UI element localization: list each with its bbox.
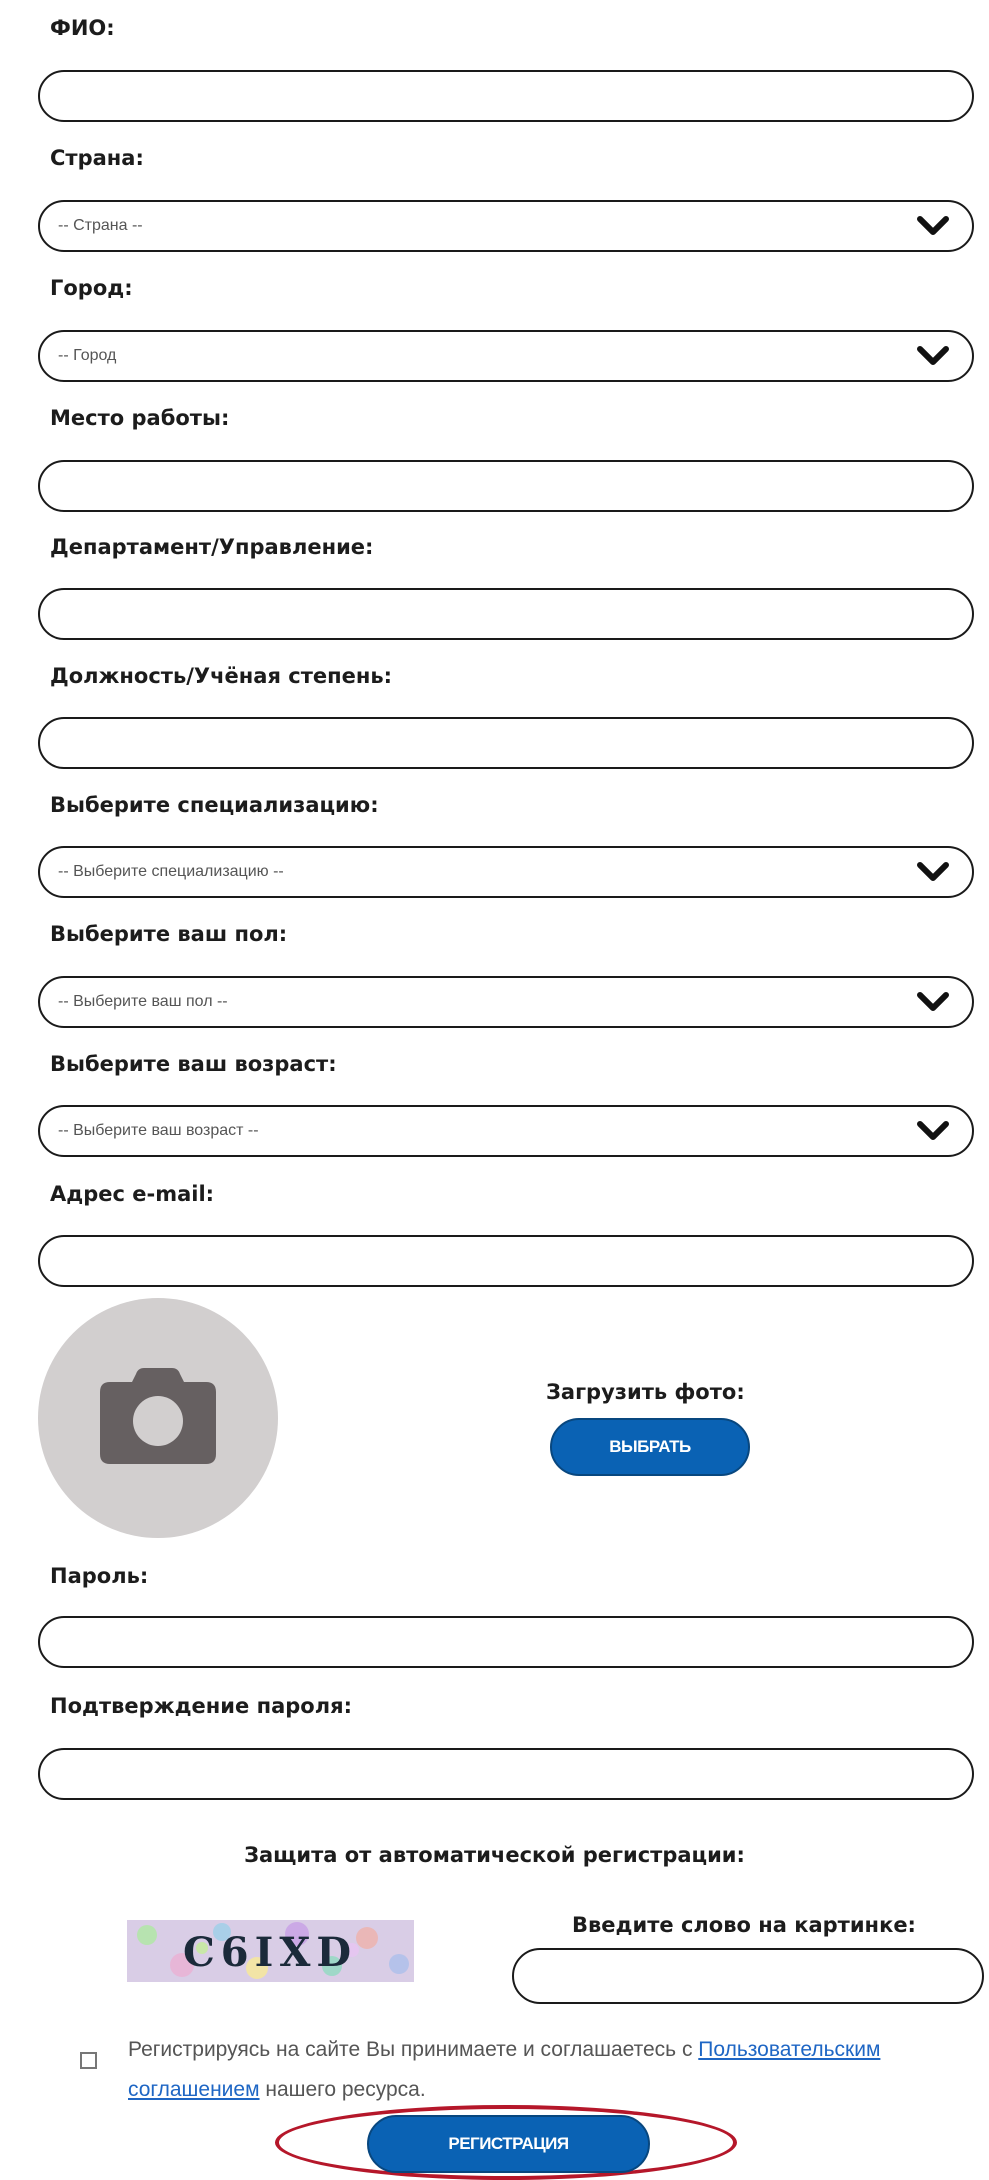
position-label: Должность/Учёная степень: [50, 664, 393, 688]
password-confirm-input[interactable] [38, 1748, 974, 1800]
chevron-down-icon [917, 216, 949, 235]
captcha-image: C6IXD [127, 1920, 414, 1982]
password-confirm-label: Подтверждение пароля: [50, 1694, 352, 1718]
captcha-section-title: Защита от автоматической регистрации: [244, 1843, 745, 1867]
age-select-value: -- Выберите ваш возраст -- [58, 1122, 259, 1139]
register-button[interactable]: РЕГИСТРАЦИЯ [367, 2115, 650, 2173]
country-label: Страна: [50, 146, 144, 170]
specialization-label: Выберите специализацию: [50, 793, 379, 817]
fio-input[interactable] [38, 70, 974, 122]
gender-select[interactable]: -- Выберите ваш пол -- [38, 976, 974, 1028]
age-select[interactable]: -- Выберите ваш возраст -- [38, 1105, 974, 1157]
city-select[interactable]: -- Город [38, 330, 974, 382]
agreement-text: Регистрируясь на сайте Вы принимаете и с… [128, 2030, 918, 2110]
captcha-input[interactable] [512, 1948, 984, 2004]
city-select-value: -- Город [58, 347, 117, 364]
agreement-text-before: Регистрируясь на сайте Вы принимаете и с… [128, 2038, 699, 2061]
choose-photo-button[interactable]: ВЫБРАТЬ [550, 1418, 750, 1476]
captcha-text: C6IXD [183, 1929, 357, 1976]
agreement-checkbox[interactable] [80, 2052, 97, 2069]
chevron-down-icon [917, 346, 949, 365]
country-select[interactable]: -- Страна -- [38, 200, 974, 252]
email-label: Адрес e-mail: [50, 1182, 215, 1206]
specialization-select[interactable]: -- Выберите специализацию -- [38, 846, 974, 898]
position-input[interactable] [38, 717, 974, 769]
fio-label: ФИО: [50, 16, 115, 40]
workplace-label: Место работы: [50, 406, 230, 430]
gender-label: Выберите ваш пол: [50, 922, 288, 946]
upload-photo-label: Загрузить фото: [546, 1380, 745, 1404]
department-input[interactable] [38, 588, 974, 640]
avatar-placeholder [38, 1298, 278, 1538]
department-label: Департамент/Управление: [50, 535, 374, 559]
gender-select-value: -- Выберите ваш пол -- [58, 993, 228, 1010]
captcha-hint-label: Введите слово на картинке: [572, 1913, 916, 1937]
chevron-down-icon [917, 1121, 949, 1140]
specialization-select-value: -- Выберите специализацию -- [58, 863, 284, 880]
chevron-down-icon [917, 862, 949, 881]
email-input[interactable] [38, 1235, 974, 1287]
agreement-text-after: нашего ресурса. [259, 2078, 426, 2101]
age-label: Выберите ваш возраст: [50, 1052, 337, 1076]
password-input[interactable] [38, 1616, 974, 1668]
country-select-value: -- Страна -- [58, 217, 143, 234]
chevron-down-icon [917, 992, 949, 1011]
password-label: Пароль: [50, 1564, 149, 1588]
workplace-input[interactable] [38, 460, 974, 512]
camera-icon [100, 1368, 216, 1464]
city-label: Город: [50, 276, 133, 300]
